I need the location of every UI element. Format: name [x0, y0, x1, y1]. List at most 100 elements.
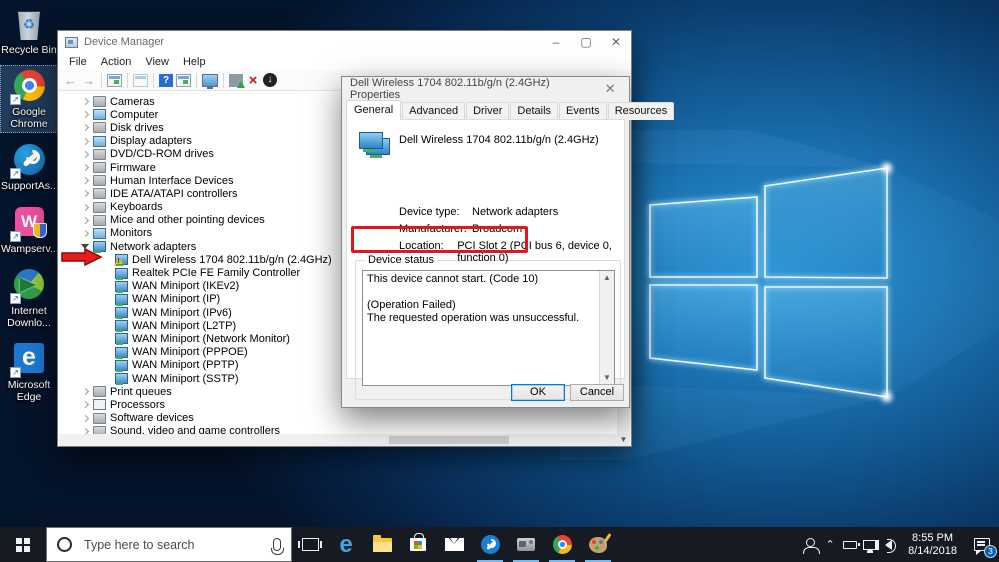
status-scrollbar[interactable]: ▲ ▼: [599, 271, 614, 385]
device-manager-titlebar[interactable]: Device Manager – ▢ ✕: [58, 31, 631, 53]
network-adapter-icon: [115, 373, 128, 386]
tab-resources[interactable]: Resources: [607, 102, 675, 120]
system-tray: ⌃ 8:55 PM 8/14/2018 3: [800, 527, 999, 562]
network-adapter-icon: [115, 280, 128, 293]
toolbar-separator: [223, 72, 224, 88]
disable-device-icon[interactable]: ↓: [263, 73, 277, 87]
taskbar-mail-icon[interactable]: [436, 527, 472, 562]
desktop-icon-microsoft-edge[interactable]: ↗ Microsoft Edge: [0, 338, 58, 406]
chevron-collapsed-icon[interactable]: [79, 111, 91, 119]
printer-icon: [93, 386, 106, 398]
uninstall-device-icon[interactable]: ×: [246, 73, 260, 88]
software-device-icon: [93, 412, 106, 424]
chevron-collapsed-icon[interactable]: [79, 216, 91, 224]
tree-item-sound-video-and-game-controllers[interactable]: Sound, video and game controllers: [59, 425, 619, 434]
tab-general[interactable]: General: [346, 100, 402, 120]
chevron-collapsed-icon[interactable]: [79, 229, 91, 238]
start-button[interactable]: [0, 527, 46, 562]
desktop-icon-supportassist[interactable]: ↗ SupportAs...: [0, 139, 59, 195]
tree-item-software-devices[interactable]: Software devices: [59, 412, 619, 425]
chevron-collapsed-icon[interactable]: [79, 150, 91, 158]
shortcut-arrow-icon: ↗: [10, 94, 21, 105]
tree-item-label: IDE ATA/ATAPI controllers: [110, 187, 238, 200]
processor-icon: [93, 399, 106, 411]
power-icon[interactable]: [840, 527, 860, 562]
dialog-titlebar[interactable]: Dell Wireless 1704 802.11b/g/n (2.4GHz) …: [342, 77, 629, 101]
taskbar-device-manager-icon[interactable]: [508, 527, 544, 562]
computer-icon[interactable]: [202, 73, 218, 89]
scroll-up-icon[interactable]: ▲: [600, 271, 614, 285]
annotation-arrow-icon: [61, 248, 103, 266]
update-driver-icon[interactable]: [229, 73, 245, 88]
chevron-collapsed-icon[interactable]: [79, 388, 91, 396]
forward-icon[interactable]: →: [81, 73, 96, 88]
chevron-collapsed-icon[interactable]: [79, 401, 91, 409]
scroll-down-icon[interactable]: ▼: [617, 433, 630, 446]
network-adapter-warning-icon: [114, 254, 128, 267]
desktop-icon-label: Wampserv...: [1, 243, 59, 255]
mail-glyph: [444, 538, 464, 551]
device-name: Dell Wireless 1704 802.11b/g/n (2.4GHz): [399, 134, 599, 146]
menu-action[interactable]: Action: [94, 55, 139, 69]
tab-details[interactable]: Details: [510, 102, 559, 120]
edge-glyph: e: [339, 530, 353, 558]
network-adapter-icon: [115, 359, 128, 372]
chevron-collapsed-icon[interactable]: [79, 137, 91, 145]
horizontal-scrollbar[interactable]: [59, 434, 617, 446]
taskbar-chrome-icon[interactable]: [544, 527, 580, 562]
taskbar-clock[interactable]: 8:55 PM 8/14/2018: [900, 532, 965, 558]
menu-file[interactable]: File: [62, 55, 94, 69]
tree-item-label: Display adapters: [110, 135, 192, 148]
export-list-icon[interactable]: [133, 73, 148, 87]
taskbar-supportassist-icon[interactable]: [472, 527, 508, 562]
dialog-close-icon[interactable]: ✕: [599, 81, 621, 97]
tab-advanced[interactable]: Advanced: [402, 102, 466, 120]
chevron-collapsed-icon[interactable]: [79, 203, 91, 211]
cancel-button[interactable]: Cancel: [570, 383, 624, 401]
ok-button[interactable]: OK: [511, 383, 565, 401]
maximize-button[interactable]: ▢: [571, 31, 601, 53]
taskbar-search-box[interactable]: Type here to search: [46, 527, 292, 562]
back-icon[interactable]: ←: [63, 73, 78, 88]
device-status-textbox[interactable]: This device cannot start. (Code 10) (Ope…: [362, 270, 615, 386]
chevron-collapsed-icon[interactable]: [79, 163, 91, 172]
chevron-collapsed-icon[interactable]: [79, 414, 91, 422]
tree-item-label: Processors: [110, 398, 166, 411]
chevron-collapsed-icon[interactable]: [79, 98, 91, 106]
menu-view[interactable]: View: [138, 55, 176, 69]
menu-help[interactable]: Help: [176, 55, 213, 69]
chevron-collapsed-icon[interactable]: [79, 190, 91, 198]
volume-icon[interactable]: [874, 527, 900, 562]
help-icon[interactable]: ?: [159, 73, 173, 87]
tree-item-label: Human Interface Devices: [110, 174, 234, 187]
hid-icon: [93, 175, 106, 187]
chevron-collapsed-icon[interactable]: [79, 124, 91, 132]
action-center-button[interactable]: 3: [965, 527, 999, 562]
console-window-icon[interactable]: [107, 73, 122, 87]
scrollbar-thumb[interactable]: [389, 436, 509, 444]
ide-controller-icon: [93, 188, 106, 200]
minimize-button[interactable]: –: [541, 31, 571, 53]
taskbar-store-icon[interactable]: [400, 527, 436, 562]
taskbar-file-explorer-icon[interactable]: [364, 527, 400, 562]
tree-item-label: Print queues: [110, 385, 172, 398]
close-button[interactable]: ✕: [601, 31, 631, 53]
taskbar-edge-icon[interactable]: e: [328, 527, 364, 562]
people-icon[interactable]: [800, 527, 820, 562]
desktop-icon-google-chrome[interactable]: ↗ Google Chrome: [0, 65, 58, 133]
desktop-icon-label: Microsoft Edge: [7, 379, 51, 403]
tree-item-label: WAN Miniport (L2TP): [132, 319, 237, 332]
taskbar-task-view-icon[interactable]: [292, 527, 328, 562]
microphone-icon[interactable]: [270, 538, 284, 555]
chevron-collapsed-icon[interactable]: [79, 177, 91, 185]
desktop-icon-recycle-bin[interactable]: Recycle Bin: [0, 4, 58, 59]
field-value: Network adapters: [472, 206, 559, 218]
desktop-icon-wampserver[interactable]: ↗ Wampserv...: [0, 201, 59, 258]
properties-window-icon[interactable]: [176, 73, 191, 87]
store-glyph: [410, 533, 426, 551]
chevron-up-icon[interactable]: ⌃: [820, 527, 840, 562]
taskbar-paint-icon[interactable]: [580, 527, 616, 562]
tab-driver[interactable]: Driver: [466, 102, 510, 120]
desktop-icon-internet-download-manager[interactable]: ↗ Internet Downlo...: [0, 264, 58, 332]
tab-events[interactable]: Events: [559, 102, 607, 120]
